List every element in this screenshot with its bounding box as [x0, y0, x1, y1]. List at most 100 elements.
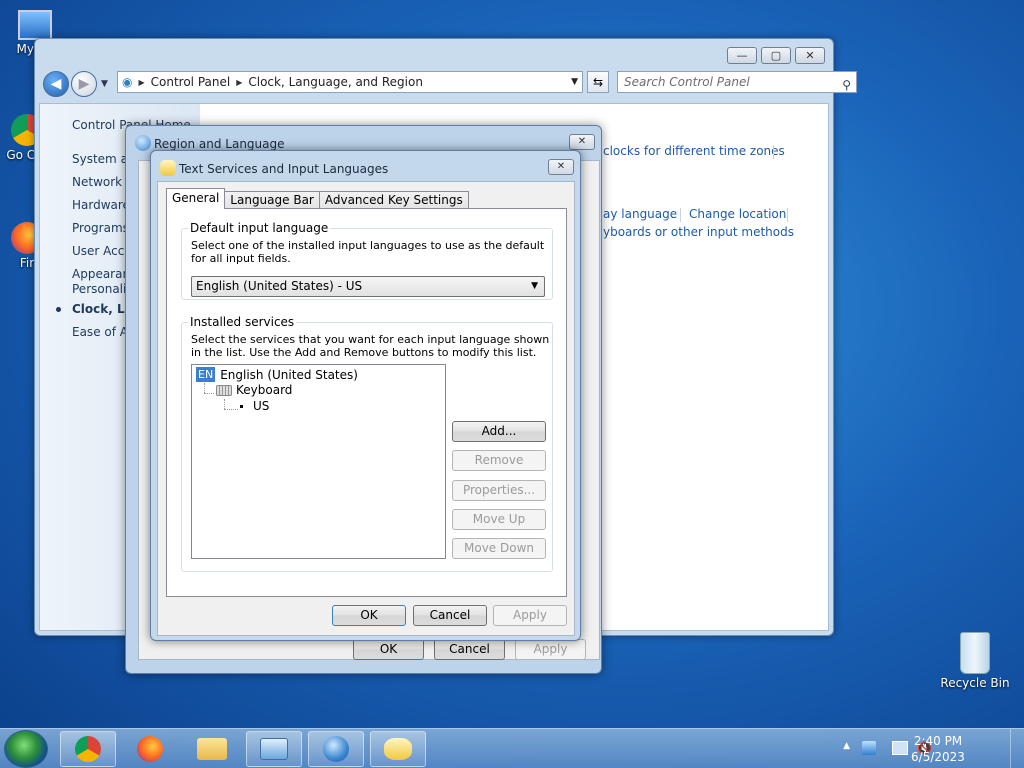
chevron-right-icon: ▶ [138, 77, 145, 87]
chevron-down-icon: ▼ [531, 281, 538, 291]
keyboard-icon [216, 384, 232, 396]
link-separator [787, 208, 788, 222]
properties-button[interactable]: Properties... [452, 480, 546, 501]
bullet-icon [240, 404, 243, 408]
forward-button[interactable]: ▶ [71, 71, 97, 97]
desktop-icon-label: Fir [19, 256, 35, 270]
firefox-icon [137, 736, 163, 762]
dialog-title: Region and Language [154, 137, 285, 151]
search-input[interactable]: Search Control Panel ⚲ [617, 71, 857, 93]
ok-button[interactable]: OK [353, 639, 424, 660]
taskbar-explorer[interactable] [184, 731, 240, 767]
link-display-language[interactable]: ay language [603, 207, 677, 221]
apply-button[interactable]: Apply [493, 605, 567, 626]
cancel-button[interactable]: Cancel [413, 605, 487, 626]
close-button[interactable]: ✕ [795, 47, 825, 64]
recycle-bin-icon [960, 632, 990, 674]
tree-item-label: Keyboard [236, 383, 293, 397]
tree-item-label: English (United States) [220, 367, 358, 382]
installed-services-group: Installed services Select the services t… [181, 315, 553, 572]
chrome-icon [75, 736, 101, 762]
tree-item-us-layout[interactable]: US [240, 399, 269, 413]
apply-button[interactable]: Apply [515, 639, 586, 660]
maximize-button[interactable]: ▢ [761, 47, 791, 64]
search-placeholder: Search Control Panel [624, 75, 750, 89]
move-up-button[interactable]: Move Up [452, 509, 546, 530]
tab-advanced-key-settings[interactable]: Advanced Key Settings [318, 191, 469, 209]
close-button[interactable]: ✕ [548, 159, 574, 175]
show-hidden-icons-button[interactable]: ▲ [843, 741, 850, 751]
link-time-zone-clocks[interactable]: clocks for different time zones [603, 144, 785, 158]
tab-strip: General Language Bar Advanced Key Settin… [166, 188, 469, 209]
remove-button[interactable]: Remove [452, 450, 546, 471]
tree-item-language[interactable]: EN English (United States) [196, 367, 358, 382]
link-change-keyboards[interactable]: yboards or other input methods [603, 225, 794, 239]
desktop-icon-recycle-bin[interactable]: Recycle Bin [940, 632, 1010, 690]
refresh-button[interactable]: ⇆ [587, 71, 609, 93]
default-input-group: Default input language Select one of the… [181, 221, 553, 300]
taskbar-control-panel[interactable] [246, 731, 302, 767]
sidebar-item-user-accounts[interactable]: User Acco [72, 244, 132, 258]
tree-connector [204, 383, 205, 393]
back-button[interactable]: ◀ [43, 71, 69, 97]
group-description: Select one of the installed input langua… [191, 239, 545, 265]
address-dropdown-icon[interactable]: ▼ [571, 77, 578, 87]
search-icon[interactable]: ⚲ [842, 75, 851, 95]
add-button[interactable]: Add... [452, 421, 546, 442]
breadcrumb-clock-language-region[interactable]: Clock, Language, and Region [248, 75, 423, 89]
control-panel-icon [260, 738, 288, 760]
ok-button[interactable]: OK [332, 605, 406, 626]
breadcrumb-control-panel[interactable]: Control Panel [151, 75, 231, 89]
minimize-button[interactable]: — [727, 47, 757, 64]
taskbar-region-language[interactable] [308, 731, 364, 767]
text-services-dialog[interactable]: Text Services and Input Languages ✕ Gene… [150, 150, 581, 641]
taskbar-text-services[interactable] [370, 731, 426, 767]
link-change-location[interactable]: Change location [689, 207, 786, 221]
globe-icon [323, 736, 349, 762]
window-controls: — ▢ ✕ [727, 47, 825, 64]
dialog-title: Text Services and Input Languages [179, 162, 389, 176]
navigation-bar: ◀ ▶ ▼ ◉ ▶ Control Panel ▶ Clock, Languag… [43, 69, 857, 99]
control-panel-icon: ◉ [122, 75, 133, 89]
dialog-body: General Language Bar Advanced Key Settin… [157, 181, 575, 636]
taskbar-clock[interactable]: 2:40 PM 6/5/2023 [908, 733, 968, 765]
move-down-button[interactable]: Move Down [452, 538, 546, 559]
keyboard-balloon-icon [384, 738, 412, 760]
sidebar-item-hardware[interactable]: Hardware [72, 198, 130, 212]
keyboard-balloon-icon [160, 160, 176, 176]
cancel-button[interactable]: Cancel [434, 639, 505, 660]
link-separator [773, 145, 774, 159]
address-bar[interactable]: ◉ ▶ Control Panel ▶ Clock, Language, and… [117, 71, 583, 93]
group-label: Default input language [188, 221, 331, 235]
desktop-icon-label: Recycle Bin [940, 676, 1010, 690]
tree-connector [224, 399, 225, 409]
default-language-select[interactable]: English (United States) - US ▼ [191, 276, 545, 297]
close-button[interactable]: ✕ [569, 134, 595, 150]
clock-date: 6/5/2023 [911, 750, 965, 764]
general-tab-panel: Default input language Select one of the… [166, 208, 567, 597]
taskbar-chrome[interactable] [60, 731, 116, 767]
network-icon[interactable] [892, 741, 908, 755]
group-description: Select the services that you want for ea… [191, 333, 550, 359]
computer-icon [18, 10, 52, 40]
group-label: Installed services [188, 315, 297, 329]
tab-general[interactable]: General [166, 188, 226, 209]
action-center-icon[interactable] [862, 741, 876, 755]
start-button[interactable] [4, 730, 48, 768]
sidebar-item-personalization[interactable]: Personaliz [72, 282, 133, 296]
tree-connector [224, 409, 238, 410]
clock-time: 2:40 PM [913, 734, 963, 748]
chevron-right-icon: ▶ [236, 77, 243, 87]
sidebar-item-programs[interactable]: Programs [72, 221, 129, 235]
recent-pages-dropdown[interactable]: ▼ [101, 79, 108, 89]
tree-connector [204, 393, 214, 394]
show-desktop-button[interactable] [1010, 729, 1024, 768]
folder-icon [197, 738, 227, 760]
tab-language-bar[interactable]: Language Bar [224, 191, 320, 209]
globe-icon [135, 135, 151, 151]
taskbar-firefox[interactable] [122, 731, 178, 767]
current-item-bullet [56, 307, 61, 312]
services-tree[interactable]: EN English (United States) Keyboard US [191, 364, 446, 559]
tree-item-keyboard[interactable]: Keyboard [216, 383, 292, 397]
selected-value: English (United States) - US [196, 279, 363, 293]
